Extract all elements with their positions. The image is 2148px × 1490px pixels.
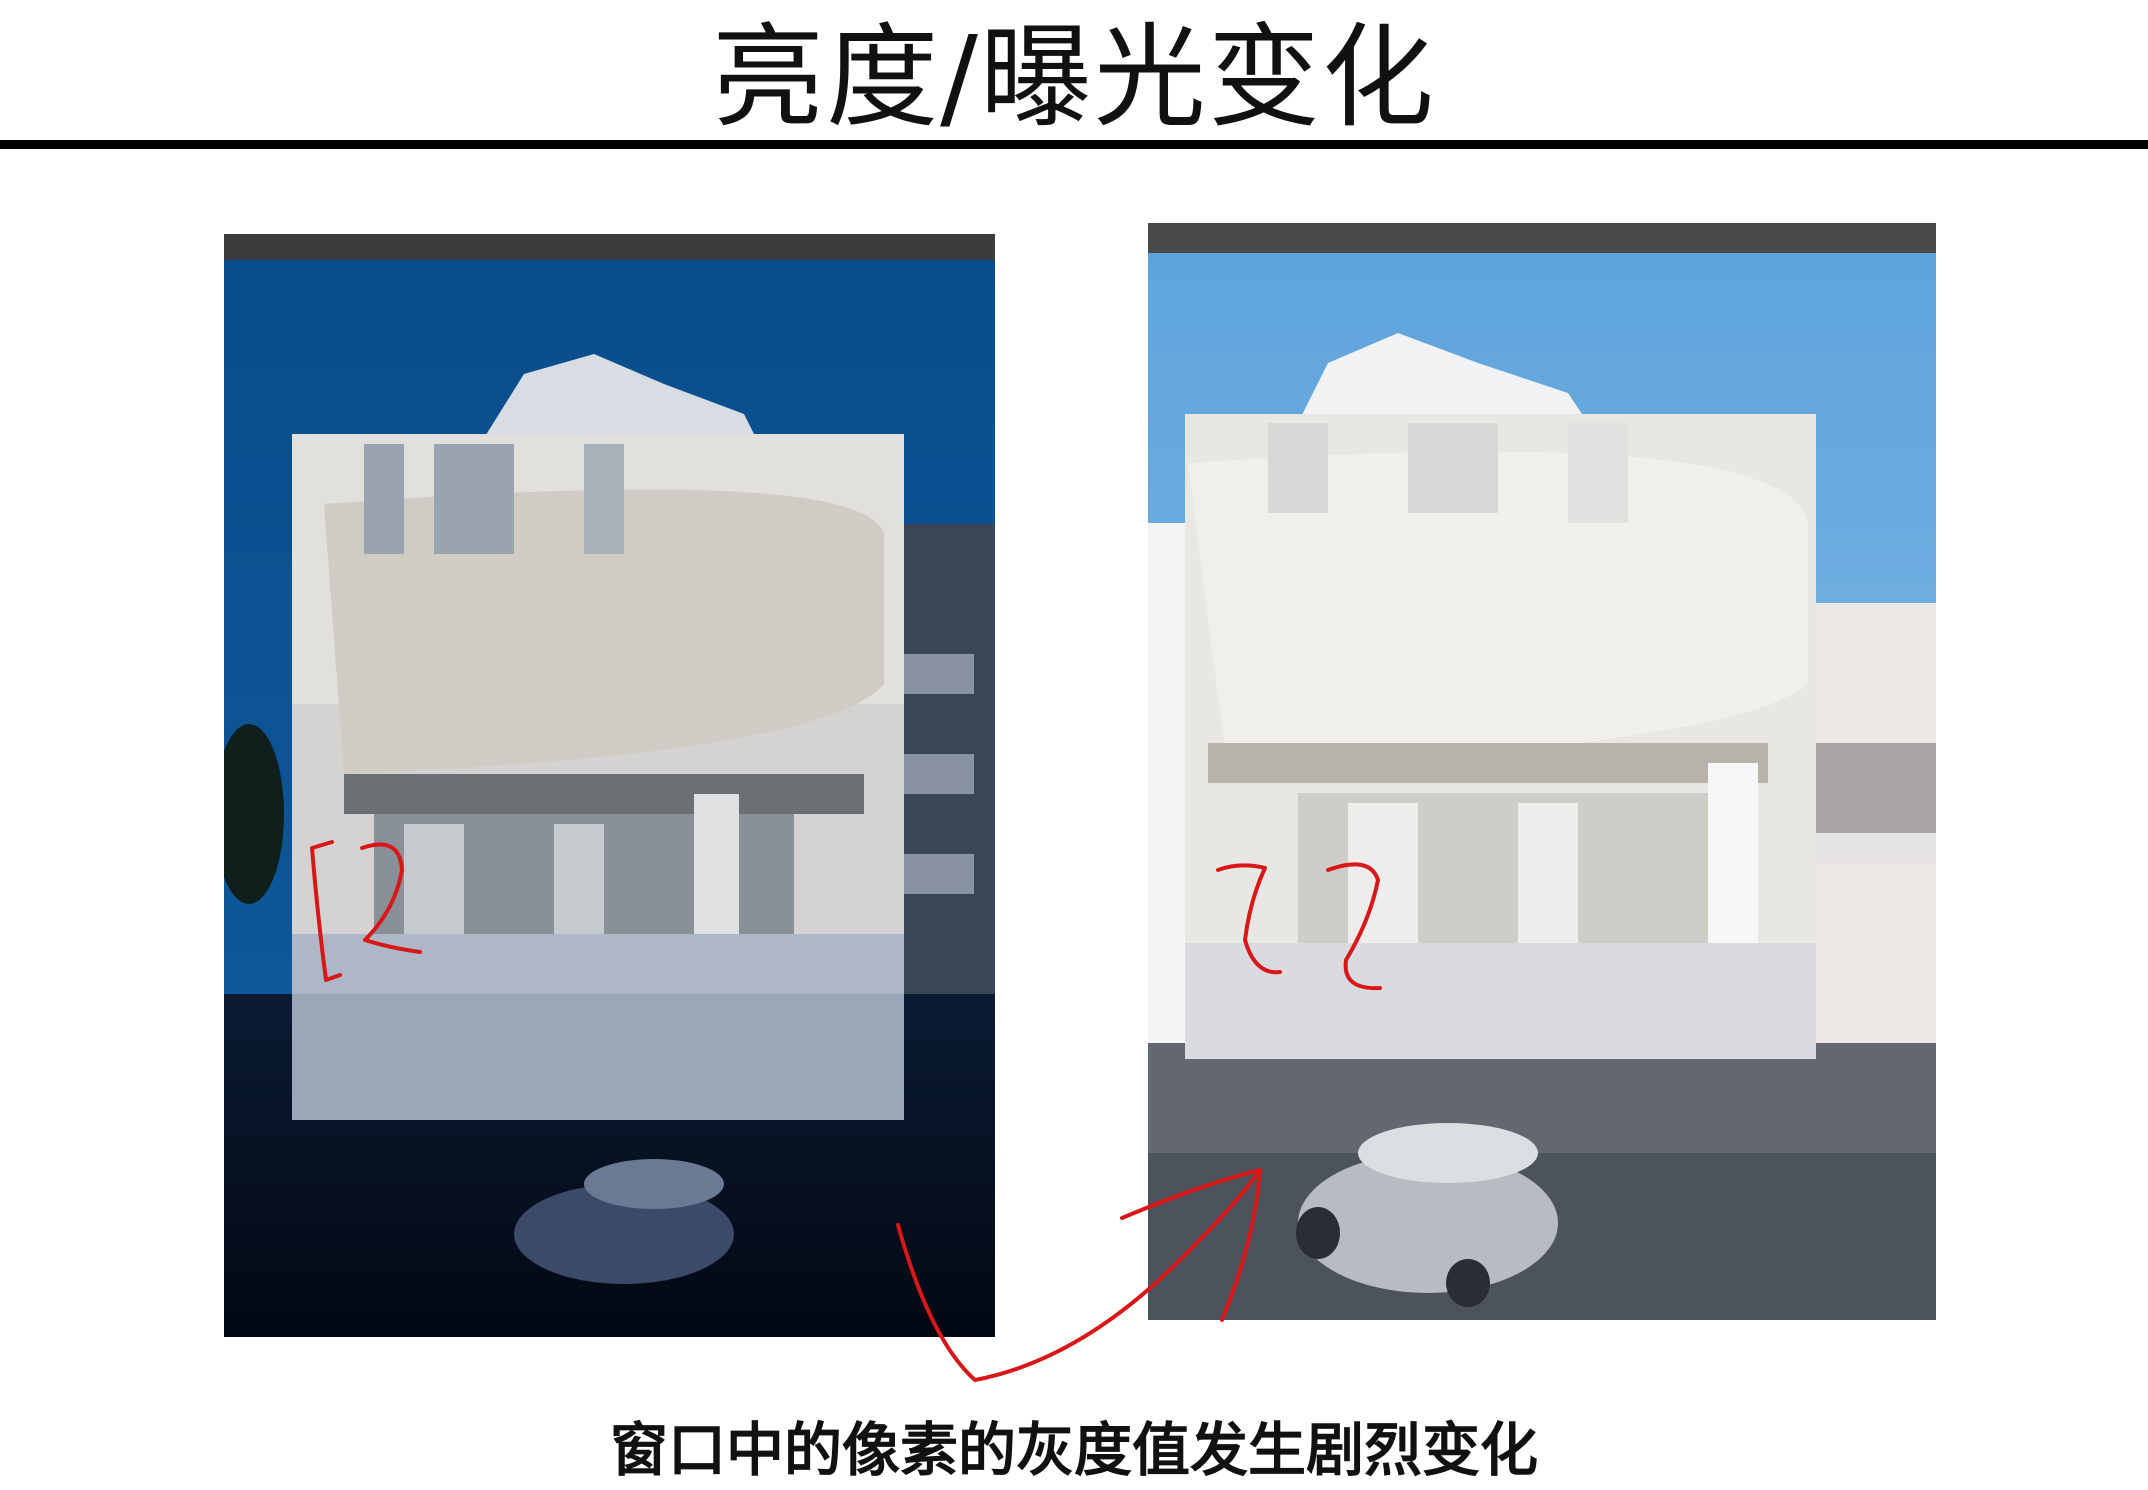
slide-caption: 窗口中的像素的灰度值发生剧烈变化 <box>609 1416 1538 1484</box>
bright-exposure-image <box>1148 223 1936 1320</box>
slide-title: 亮度/曝光变化 <box>712 13 1436 143</box>
title-rule <box>0 140 2148 149</box>
dark-exposure-image <box>224 234 995 1337</box>
